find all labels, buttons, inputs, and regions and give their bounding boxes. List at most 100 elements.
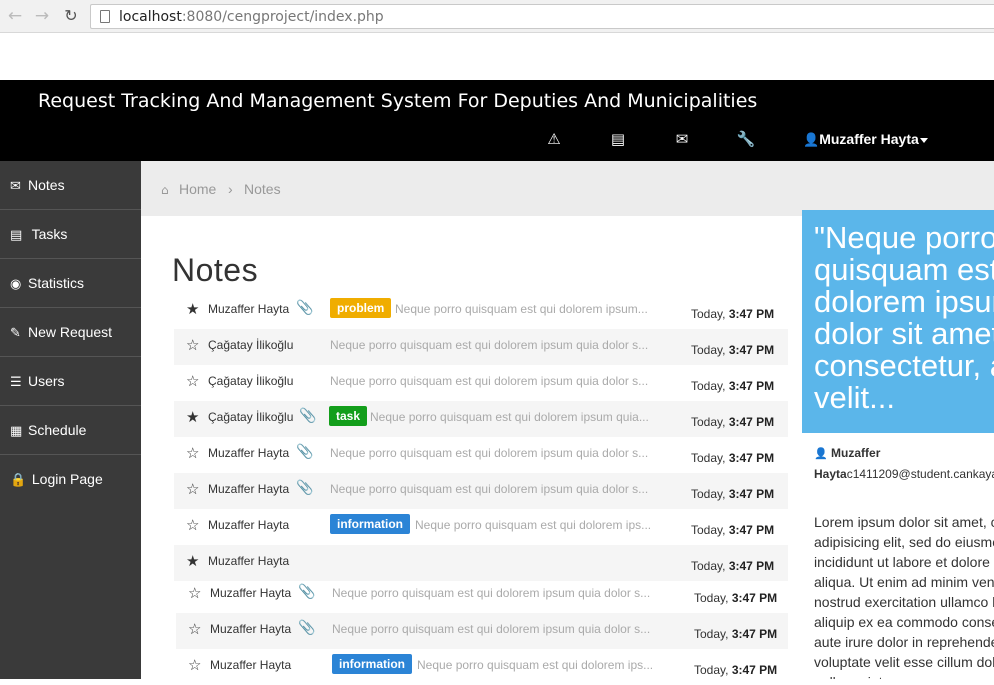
note-time-prefix: Today, (691, 523, 729, 537)
star-filled-icon[interactable]: ★ (186, 409, 199, 425)
app-header: Request Tracking And Management System F… (0, 80, 994, 161)
note-row[interactable]: ☆ Çağatay İlikoğlu Neque porro quisquam es… (174, 329, 788, 365)
warning-icon[interactable]: ⚠ (544, 130, 564, 148)
paperclip-icon: 📎 (296, 444, 314, 460)
note-time: Today, 3:47 PM (691, 343, 774, 357)
star-outline-icon[interactable]: ☆ (188, 585, 201, 601)
tasks-icon: ▤ (10, 228, 23, 243)
note-author: Muzaffer Hayta (208, 446, 290, 460)
star-outline-icon[interactable]: ☆ (186, 445, 199, 461)
star-filled-icon[interactable]: ★ (186, 301, 199, 317)
list-icon: ☰ (10, 375, 22, 390)
user-icon: 👤 (803, 133, 820, 148)
calendar-icon: ▦ (10, 424, 23, 439)
star-filled-icon[interactable]: ★ (186, 553, 199, 569)
note-time-prefix: Today, (691, 343, 729, 357)
note-snippet: Neque porro quisquam est qui dolorem ips… (415, 518, 652, 532)
breadcrumb-separator-icon: › (228, 181, 233, 197)
note-time-prefix: Today, (691, 415, 729, 429)
sidebar-item-new-request[interactable]: ✎ New Request (0, 308, 141, 357)
star-outline-icon[interactable]: ☆ (186, 337, 199, 353)
note-author: Çağatay İlikoğlu (208, 338, 294, 352)
page-title: Notes (172, 252, 259, 288)
note-time-prefix: Today, (691, 379, 729, 393)
breadcrumb-home[interactable]: Home (179, 181, 216, 197)
note-row[interactable]: ☆ Muzaffer Hayta 📎 Neque porro quisquam est… (174, 473, 788, 509)
app-title: Request Tracking And Management System F… (38, 90, 758, 112)
note-row[interactable]: ☆ Muzaffer Hayta information Neque porro qu… (174, 509, 788, 545)
tag-information-badge: information (332, 654, 412, 674)
sender-last-name: Hayta (814, 467, 847, 481)
list-icon[interactable]: ▤ (608, 130, 628, 148)
note-body: Lorem ipsum dolor sit amet, consectetur … (814, 512, 994, 679)
note-row[interactable]: ☆ Muzaffer Hayta 📎 Neque porro quisquam est… (176, 613, 788, 649)
note-time: Today, 3:47 PM (691, 523, 774, 537)
home-icon: ⌂ (161, 183, 169, 197)
sidebar-item-tasks[interactable]: ▤ Tasks (0, 210, 141, 259)
note-row[interactable]: ☆ Çağatay İlikoğlu Neque porro quisquam es… (174, 365, 788, 401)
eye-icon: ◉ (10, 277, 22, 292)
star-outline-icon[interactable]: ☆ (186, 517, 199, 533)
tag-information-badge: information (330, 514, 410, 534)
note-snippet: Neque porro quisquam est qui dolorem ips… (395, 302, 648, 316)
sidebar-item-statistics[interactable]: ◉ Statistics (0, 259, 141, 308)
note-time-prefix: Today, (691, 487, 729, 501)
breadcrumb-current: Notes (244, 181, 281, 197)
lock-icon: 🔒 (10, 473, 27, 488)
star-outline-icon[interactable]: ☆ (188, 657, 201, 673)
note-time: Today, 3:47 PM (691, 415, 774, 429)
user-menu[interactable]: 👤Muzaffer Hayta (803, 130, 928, 150)
sidebar-item-login-page[interactable]: 🔒 Login Page (0, 455, 141, 504)
note-author: Muzaffer Hayta (210, 658, 292, 672)
note-row[interactable]: ★ Çağatay İlikoğlu 📎 task Neque porro quisqu… (174, 401, 788, 437)
sidebar-item-label: Login Page (31, 471, 103, 487)
note-snippet: Neque porro quisquam est qui dolorem ips… (370, 410, 649, 424)
note-time-value: 3:47 PM (731, 663, 778, 677)
page-icon (100, 10, 110, 23)
note-snippet: Neque porro quisquam est qui dolorem ips… (332, 622, 651, 636)
note-time: Today, 3:47 PM (691, 379, 774, 393)
sidebar-item-label: Statistics (28, 275, 85, 291)
star-outline-icon[interactable]: ☆ (186, 373, 199, 389)
sidebar-item-label: Schedule (28, 422, 87, 438)
note-time: Today, 3:47 PM (691, 307, 774, 321)
note-time-prefix: Today, (691, 559, 729, 573)
note-body-text: Lorem ipsum dolor sit amet, consectetur … (814, 514, 994, 679)
note-snippet: Neque porro quisquam est qui dolorem ips… (330, 482, 649, 496)
tag-problem-badge: problem (330, 298, 392, 318)
star-outline-icon[interactable]: ☆ (186, 481, 199, 497)
note-author: Çağatay İlikoğlu (208, 410, 294, 424)
note-time-value: 3:47 PM (728, 415, 775, 429)
note-row[interactable]: ☆ Muzaffer Hayta 📎 Neque porro quisquam est… (174, 437, 788, 473)
envelope-icon: ✉ (10, 179, 21, 194)
paperclip-icon: 📎 (296, 300, 314, 316)
user-icon: 👤 (814, 447, 828, 460)
wrench-icon[interactable]: 🔧 (736, 130, 756, 148)
note-time-value: 3:47 PM (728, 487, 775, 501)
edit-icon: ✎ (10, 326, 21, 341)
note-row[interactable]: ☆ Muzaffer Hayta information Neque porro qu… (176, 649, 788, 685)
note-time-value: 3:47 PM (728, 523, 775, 537)
note-time-prefix: Today, (694, 627, 732, 641)
note-row[interactable]: ★ Muzaffer Hayta Today, 3:47 PM (174, 545, 788, 581)
sidebar-item-users[interactable]: ☰ Users (0, 357, 141, 406)
sidebar: ✉ Notes ▤ Tasks ◉ Statistics ✎ New Request … (0, 161, 141, 679)
sidebar-item-label: Tasks (31, 226, 68, 242)
note-author: Muzaffer Hayta (208, 482, 290, 496)
note-row[interactable]: ☆ Muzaffer Hayta 📎 Neque porro quisquam est… (176, 577, 788, 613)
sidebar-item-schedule[interactable]: ▦ Schedule (0, 406, 141, 455)
note-row[interactable]: ★ Muzaffer Hayta 📎 problem Neque porro quisq… (174, 293, 788, 329)
note-time: Today, 3:47 PM (691, 487, 774, 501)
note-snippet: Neque porro quisquam est qui dolorem ips… (417, 658, 654, 672)
envelope-icon[interactable]: ✉ (672, 130, 692, 148)
reload-icon[interactable]: ↻ (62, 7, 80, 25)
url-path: :8080/cengproject/index.php (181, 9, 384, 25)
address-bar[interactable]: localhost:8080/cengproject/index.php (90, 4, 994, 29)
paperclip-icon: 📎 (296, 480, 314, 496)
back-arrow-icon[interactable]: ← (6, 7, 24, 25)
sidebar-item-notes[interactable]: ✉ Notes (0, 161, 141, 210)
star-outline-icon[interactable]: ☆ (188, 621, 201, 637)
forward-arrow-icon[interactable]: → (33, 7, 51, 25)
note-time-value: 3:47 PM (728, 559, 775, 573)
note-snippet: Neque porro quisquam est qui dolorem ips… (332, 586, 651, 600)
